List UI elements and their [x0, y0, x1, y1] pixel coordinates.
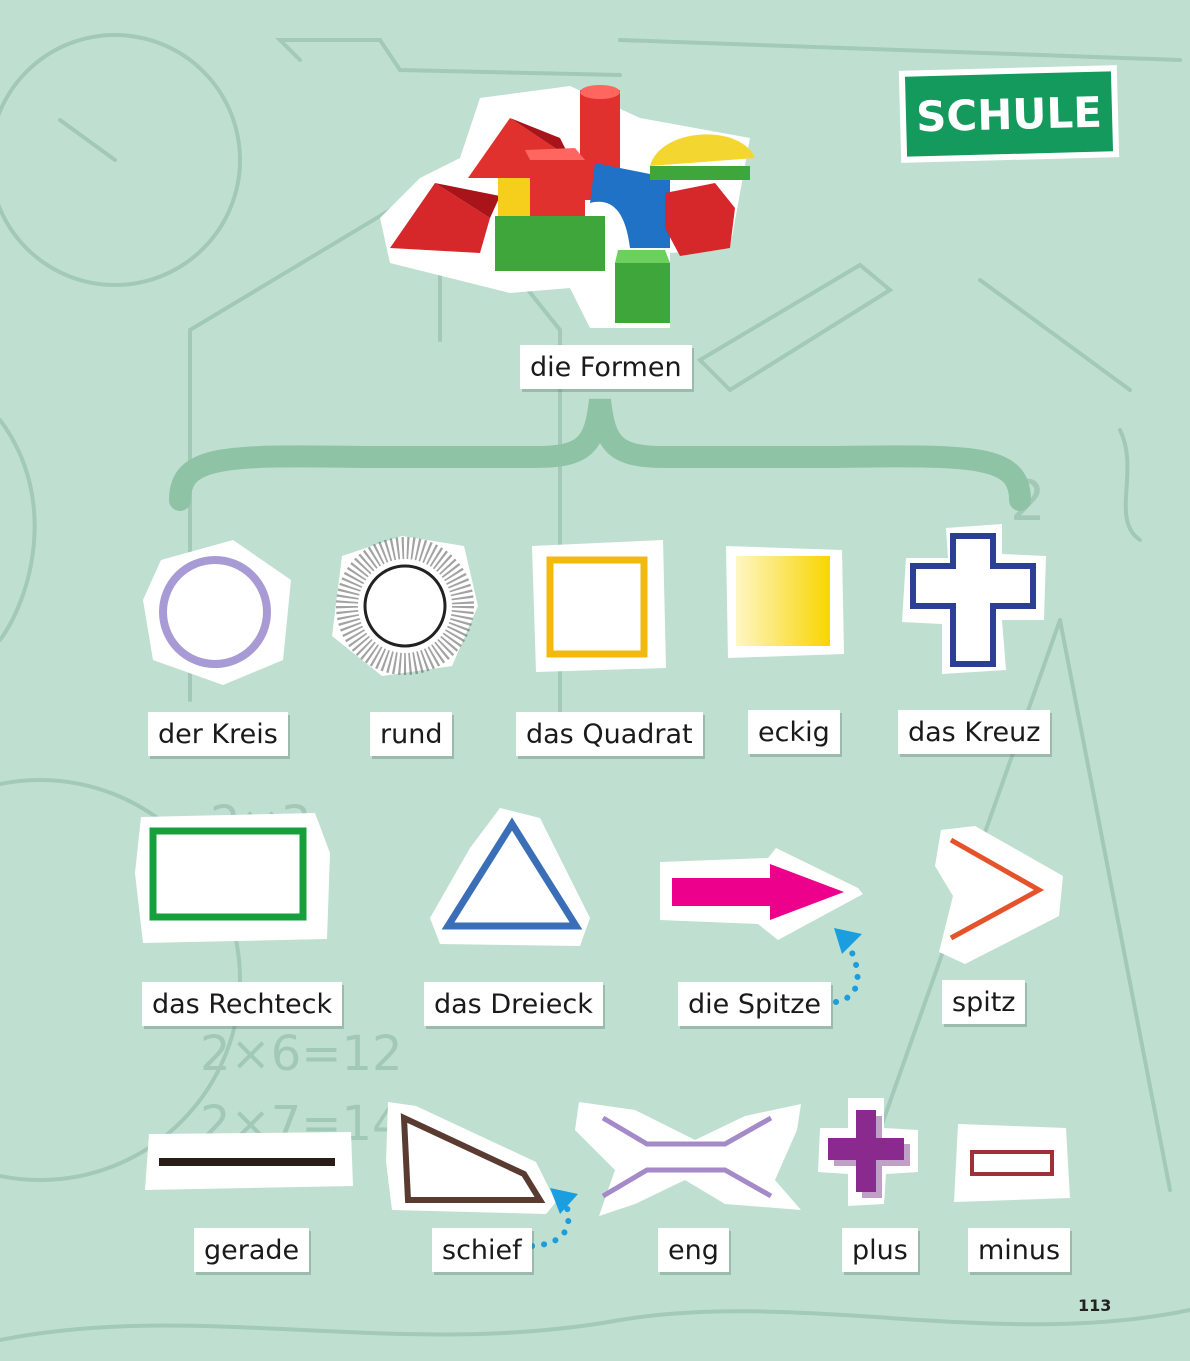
pointed-chevron-card	[935, 826, 1063, 964]
circle-shape-card	[143, 540, 291, 685]
section-badge-label: SCHULE	[915, 87, 1103, 141]
minus-label: minus	[968, 1228, 1071, 1272]
triangle-label: das Dreieck	[424, 982, 603, 1026]
pointed-label: spitz	[942, 980, 1026, 1024]
page-number: 113	[1078, 1296, 1112, 1315]
tip-hint-arrow	[833, 928, 862, 1005]
plus-label: plus	[842, 1228, 918, 1272]
section-badge-fill: SCHULE	[904, 71, 1114, 157]
triangle-shape-card	[430, 808, 590, 946]
minus-shape-card	[954, 1124, 1070, 1202]
narrow-label: eng	[658, 1228, 729, 1272]
rectangle-label: das Rechteck	[142, 982, 343, 1026]
building-blocks-image	[380, 85, 755, 328]
slanted-label: schief	[432, 1228, 532, 1272]
straight-label: gerade	[194, 1228, 310, 1272]
grouping-brace	[169, 398, 1031, 511]
square-shape-card	[532, 540, 666, 672]
textbook-page: 2×3 2×6=12 2×7=14 2 SCHULE	[0, 0, 1190, 1361]
angular-shape-card	[726, 546, 844, 658]
square-label: das Quadrat	[516, 712, 703, 756]
angular-label: eckig	[748, 710, 840, 754]
tip-label: die Spitze	[678, 982, 831, 1026]
narrow-shape-card	[575, 1102, 801, 1216]
section-badge: SCHULE	[898, 65, 1120, 163]
heading-label: die Formen	[520, 345, 692, 389]
round-shape-card	[332, 536, 478, 676]
svg-text:2×6=12: 2×6=12	[200, 1026, 403, 1082]
circle-label: der Kreis	[148, 712, 288, 756]
cross-label: das Kreuz	[898, 710, 1051, 754]
cross-shape-card	[902, 524, 1046, 674]
round-label: rund	[370, 712, 453, 756]
rectangle-shape-card	[135, 813, 330, 943]
straight-line-card	[145, 1132, 353, 1190]
plus-shape-card	[818, 1098, 918, 1206]
